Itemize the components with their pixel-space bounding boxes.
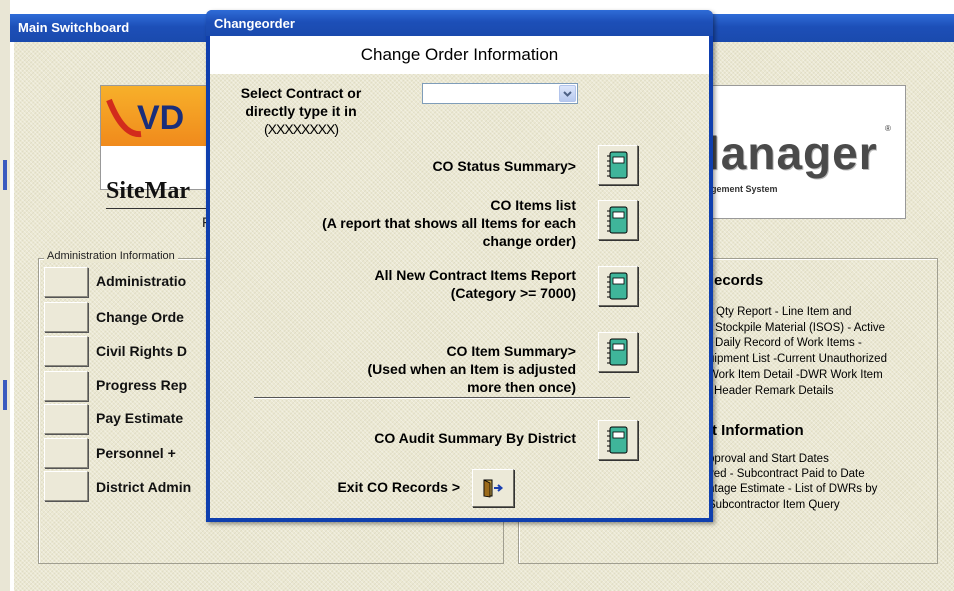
change-orders-button[interactable] <box>44 302 88 332</box>
changeorder-title: Changeorder <box>214 16 295 31</box>
records-line[interactable]: uipment List -Current Unauthorized <box>708 352 887 367</box>
report-icon <box>607 338 628 366</box>
co-item-summary-label: CO Item Summary> (Used when an Item is a… <box>367 343 577 395</box>
select-contract-label: Select Contract or directly type it in (… <box>240 85 362 137</box>
report-icon <box>607 426 628 454</box>
dialog-divider <box>254 397 630 398</box>
all-new-contract-items-button[interactable] <box>598 266 638 306</box>
registered-icon: ® <box>885 124 891 133</box>
civil-rights-button[interactable] <box>44 336 88 366</box>
pay-estimate-label: Pay Estimate <box>96 410 184 426</box>
records-line[interactable]: - Stockpile Material (ISOS) - Active <box>708 321 885 336</box>
all-new-contract-items-label: All New Contract Items Report (Category … <box>374 267 576 301</box>
contract-line[interactable]: pproval and Start Dates <box>708 452 829 467</box>
co-items-list-label: CO Items list (A report that shows all I… <box>322 197 576 249</box>
civil-rights-label: Civil Rights D <box>96 343 188 359</box>
records-line[interactable]: - Daily Record of Work Items - <box>708 336 862 351</box>
sitemanager-logo-sub: gement System <box>711 184 778 194</box>
personnel-label: Personnel + <box>96 445 176 461</box>
report-icon <box>607 272 628 300</box>
exit-co-records-button[interactable] <box>472 469 514 507</box>
vdot-logo: VD <box>100 85 222 190</box>
district-admin-button[interactable] <box>44 471 88 501</box>
records-heading: ecords <box>714 272 764 289</box>
left-edge-strip <box>0 0 10 591</box>
contract-line[interactable]: ntage Estimate - List of DWRs by <box>708 482 877 497</box>
dialog-header: Change Order Information <box>360 45 559 64</box>
progress-reports-button[interactable] <box>44 371 88 401</box>
change-orders-label: Change Orde <box>96 309 184 325</box>
records-line[interactable]: Work Item Detail -DWR Work Item <box>708 368 883 383</box>
brand-underline <box>106 208 212 209</box>
sitemanager-logo: lanager gement System ® <box>704 85 906 219</box>
exit-co-records-label: Exit CO Records > <box>337 479 460 495</box>
report-icon <box>607 206 628 234</box>
co-status-summary-button[interactable] <box>598 145 638 185</box>
administration-label: Administratio <box>96 273 187 289</box>
sitemanager-logo-text: lanager <box>707 127 878 179</box>
left-edge-marker <box>3 160 7 190</box>
admin-group-title: Administration Information <box>44 250 178 262</box>
personnel-button[interactable] <box>44 438 88 468</box>
administration-button[interactable] <box>44 267 88 297</box>
contract-select[interactable] <box>422 83 578 104</box>
records-line[interactable]: Qty Report - Line Item and <box>716 305 852 320</box>
co-audit-summary-button[interactable] <box>598 420 638 460</box>
vdot-swoosh <box>106 98 142 138</box>
exit-door-icon <box>483 479 504 498</box>
dialog-header-bar: Change Order Information <box>210 36 709 74</box>
sitemanager-brand: SiteMar <box>106 178 190 204</box>
contract-line[interactable]: Subcontractor Item Query <box>708 498 840 513</box>
left-edge-marker <box>3 380 7 410</box>
contract-line[interactable]: ved - Subcontract Paid to Date <box>708 467 865 482</box>
co-status-summary-label: CO Status Summary> <box>432 158 576 174</box>
changeorder-titlebar[interactable]: Changeorder <box>206 10 713 36</box>
district-admin-label: District Admin <box>96 479 192 495</box>
chevron-down-icon[interactable] <box>559 85 576 102</box>
pay-estimate-button[interactable] <box>44 404 88 434</box>
co-item-summary-button[interactable] <box>598 332 638 372</box>
contract-info-heading: t Information <box>712 422 804 439</box>
records-line[interactable]: Header Remark Details <box>714 384 834 399</box>
co-items-list-button[interactable] <box>598 200 638 240</box>
switchboard-title: Main Switchboard <box>18 20 130 35</box>
co-audit-summary-label: CO Audit Summary By District <box>374 430 576 446</box>
progress-reports-label: Progress Rep <box>96 377 188 393</box>
report-icon <box>607 151 628 179</box>
